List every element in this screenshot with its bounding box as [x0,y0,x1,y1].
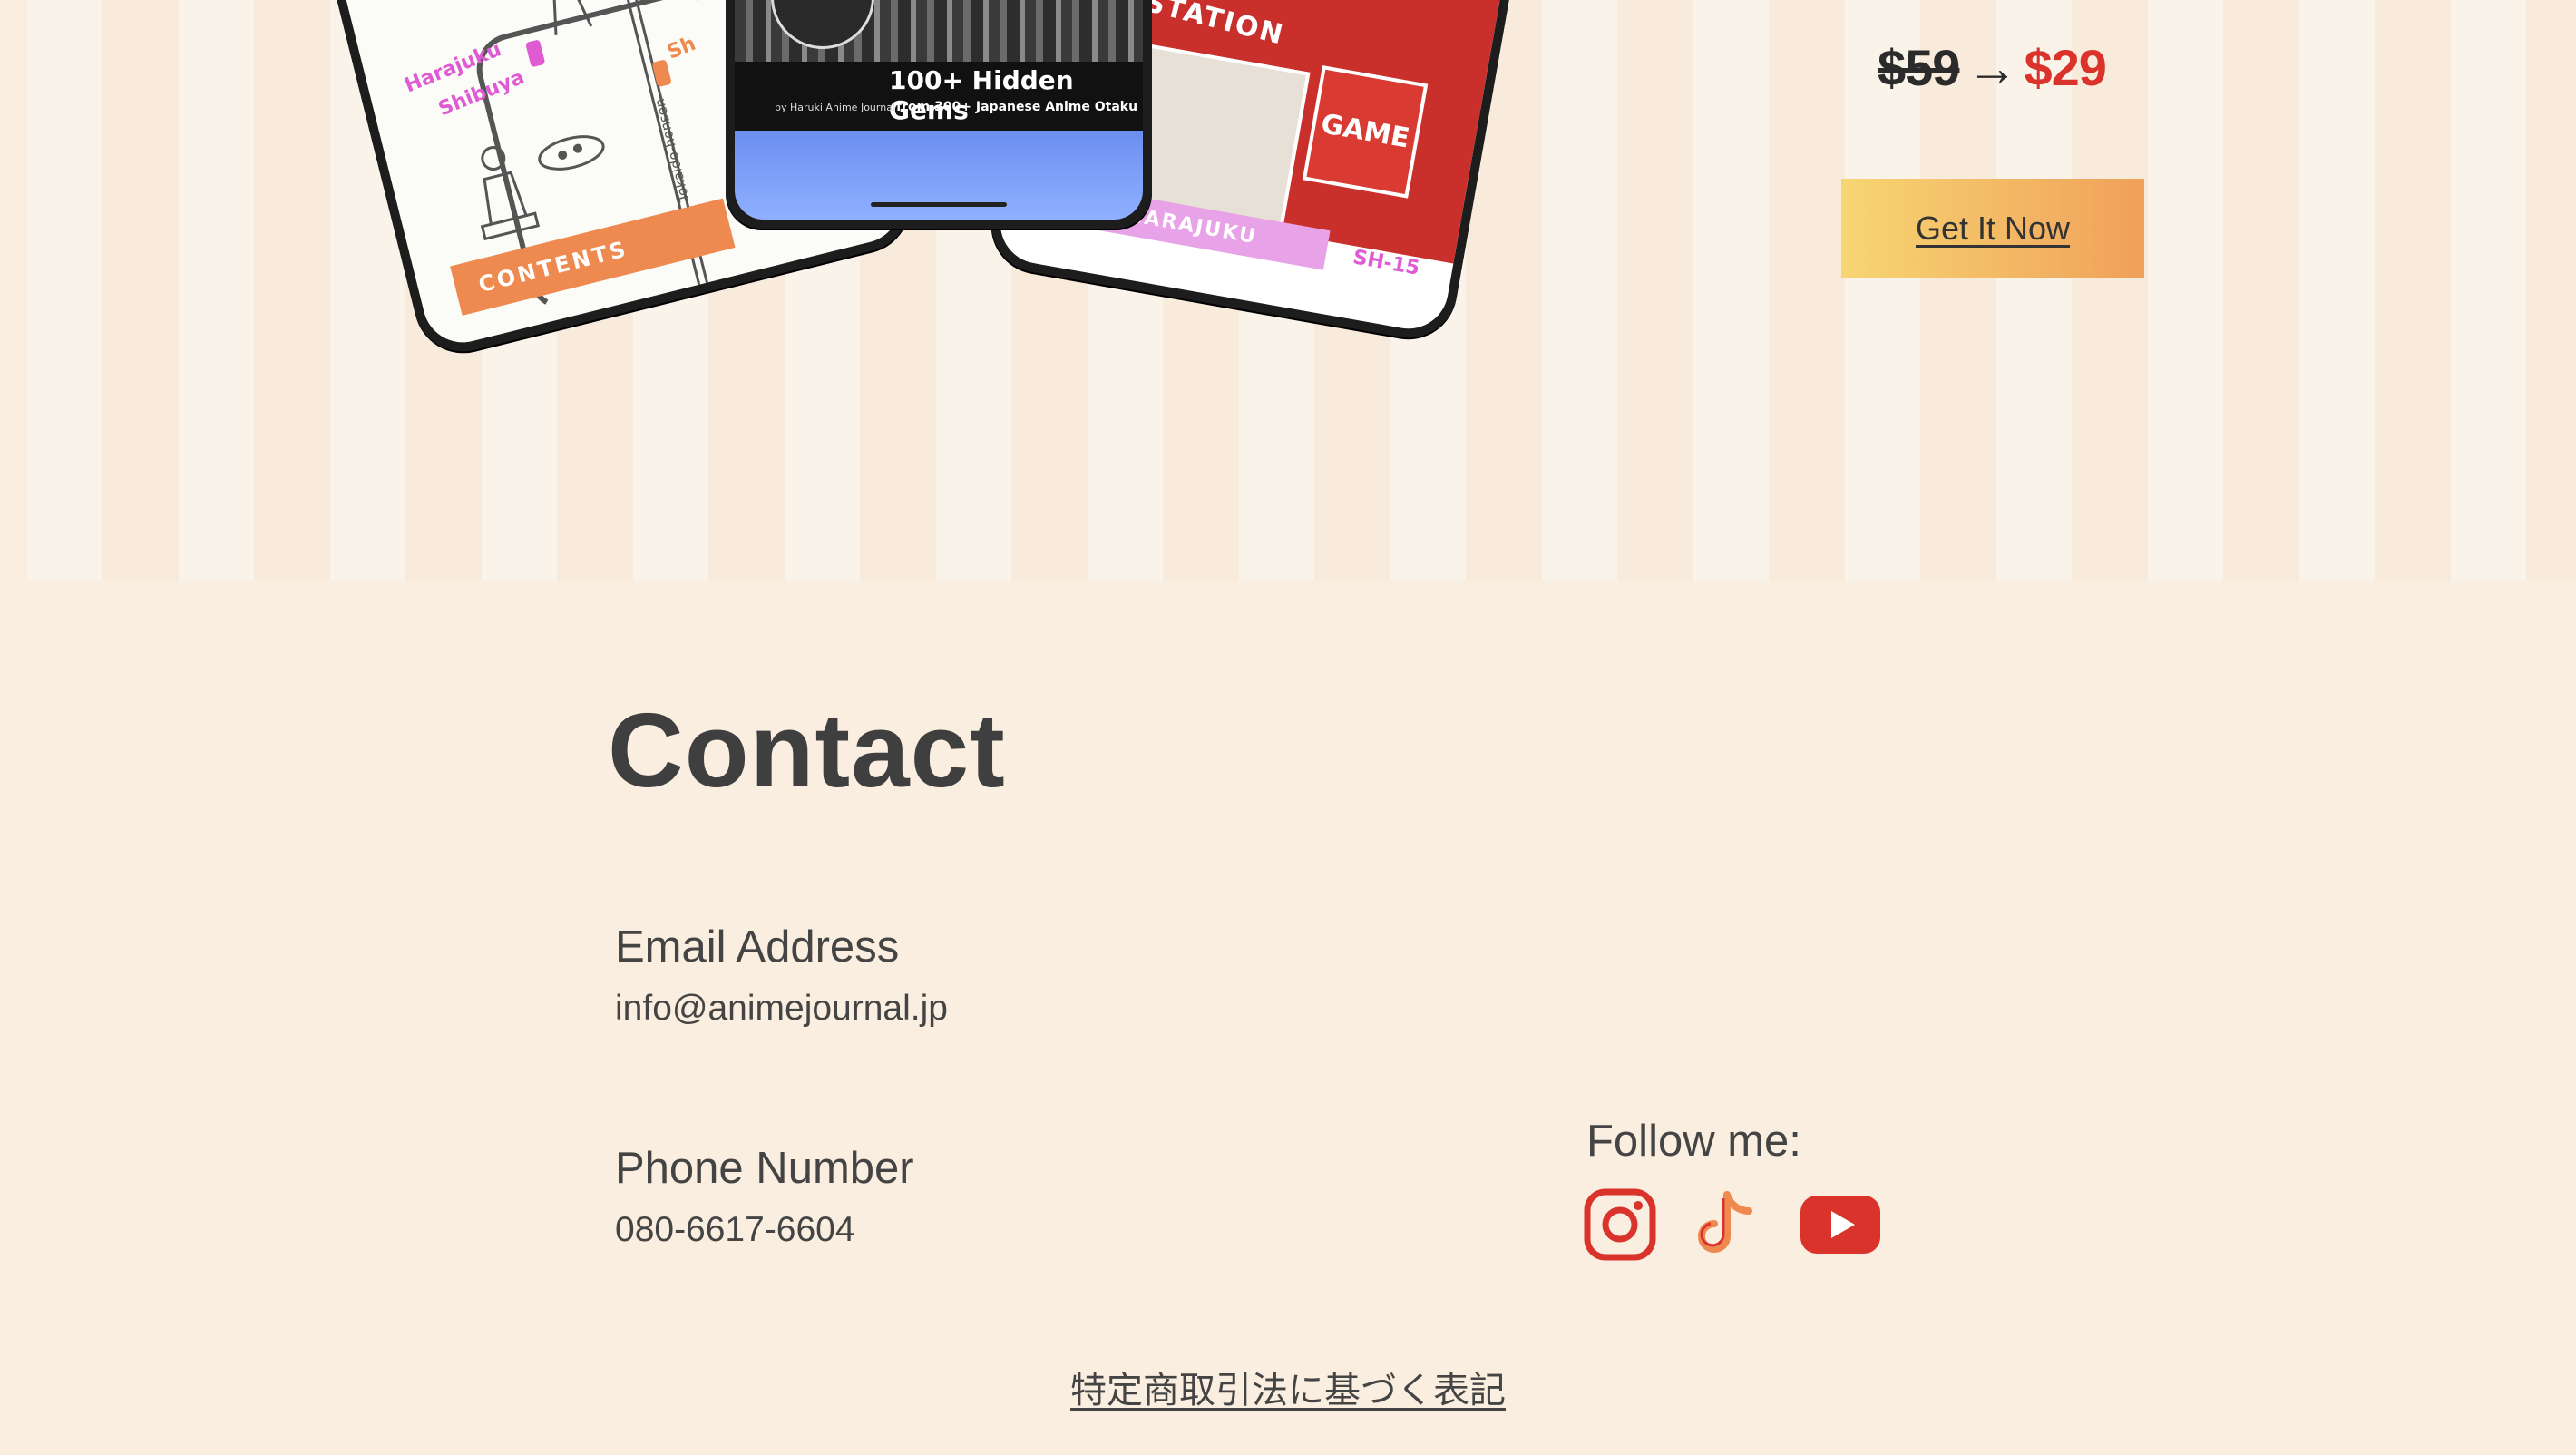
hero-section: Harajuku Shibuya Sh Tokaido-honsen CONTE… [27,0,2576,581]
phone-mockup-guide: 100+ Hidden Gems from 300+ Japanese Anim… [726,0,1152,229]
email-label: Email Address [615,923,900,972]
youtube-icon[interactable] [1800,1188,1881,1261]
instagram-icon[interactable] [1584,1188,1656,1261]
legal-notice-link[interactable]: 特定商取引法に基づく表記 [0,1361,2576,1413]
email-value[interactable]: info@animejournal.jp [615,989,948,1029]
new-price: $29 [2024,39,2106,96]
follow-label: Follow me: [1586,1117,1801,1166]
price-display: $59 → $29 [1878,38,2107,97]
price-arrow: → [1966,39,2017,96]
home-indicator [871,202,1007,207]
game-sign: GAME [1302,65,1429,199]
old-price: $59 [1878,39,1960,96]
tiktok-icon[interactable] [1689,1188,1758,1261]
guide-byline: by Haruki Anime Journal [775,102,895,113]
phone-label: Phone Number [615,1144,914,1193]
guide-title: 100+ Hidden Gems [889,65,1074,125]
phone-value[interactable]: 080-6617-6604 [615,1210,855,1250]
contact-heading: Contact [608,691,1006,809]
get-it-now-button[interactable]: Get It Now [1841,179,2144,278]
guide-screen: 100+ Hidden Gems from 300+ Japanese Anim… [735,0,1143,220]
guide-subtitle: from 300+ Japanese Anime Otaku [896,100,1138,114]
